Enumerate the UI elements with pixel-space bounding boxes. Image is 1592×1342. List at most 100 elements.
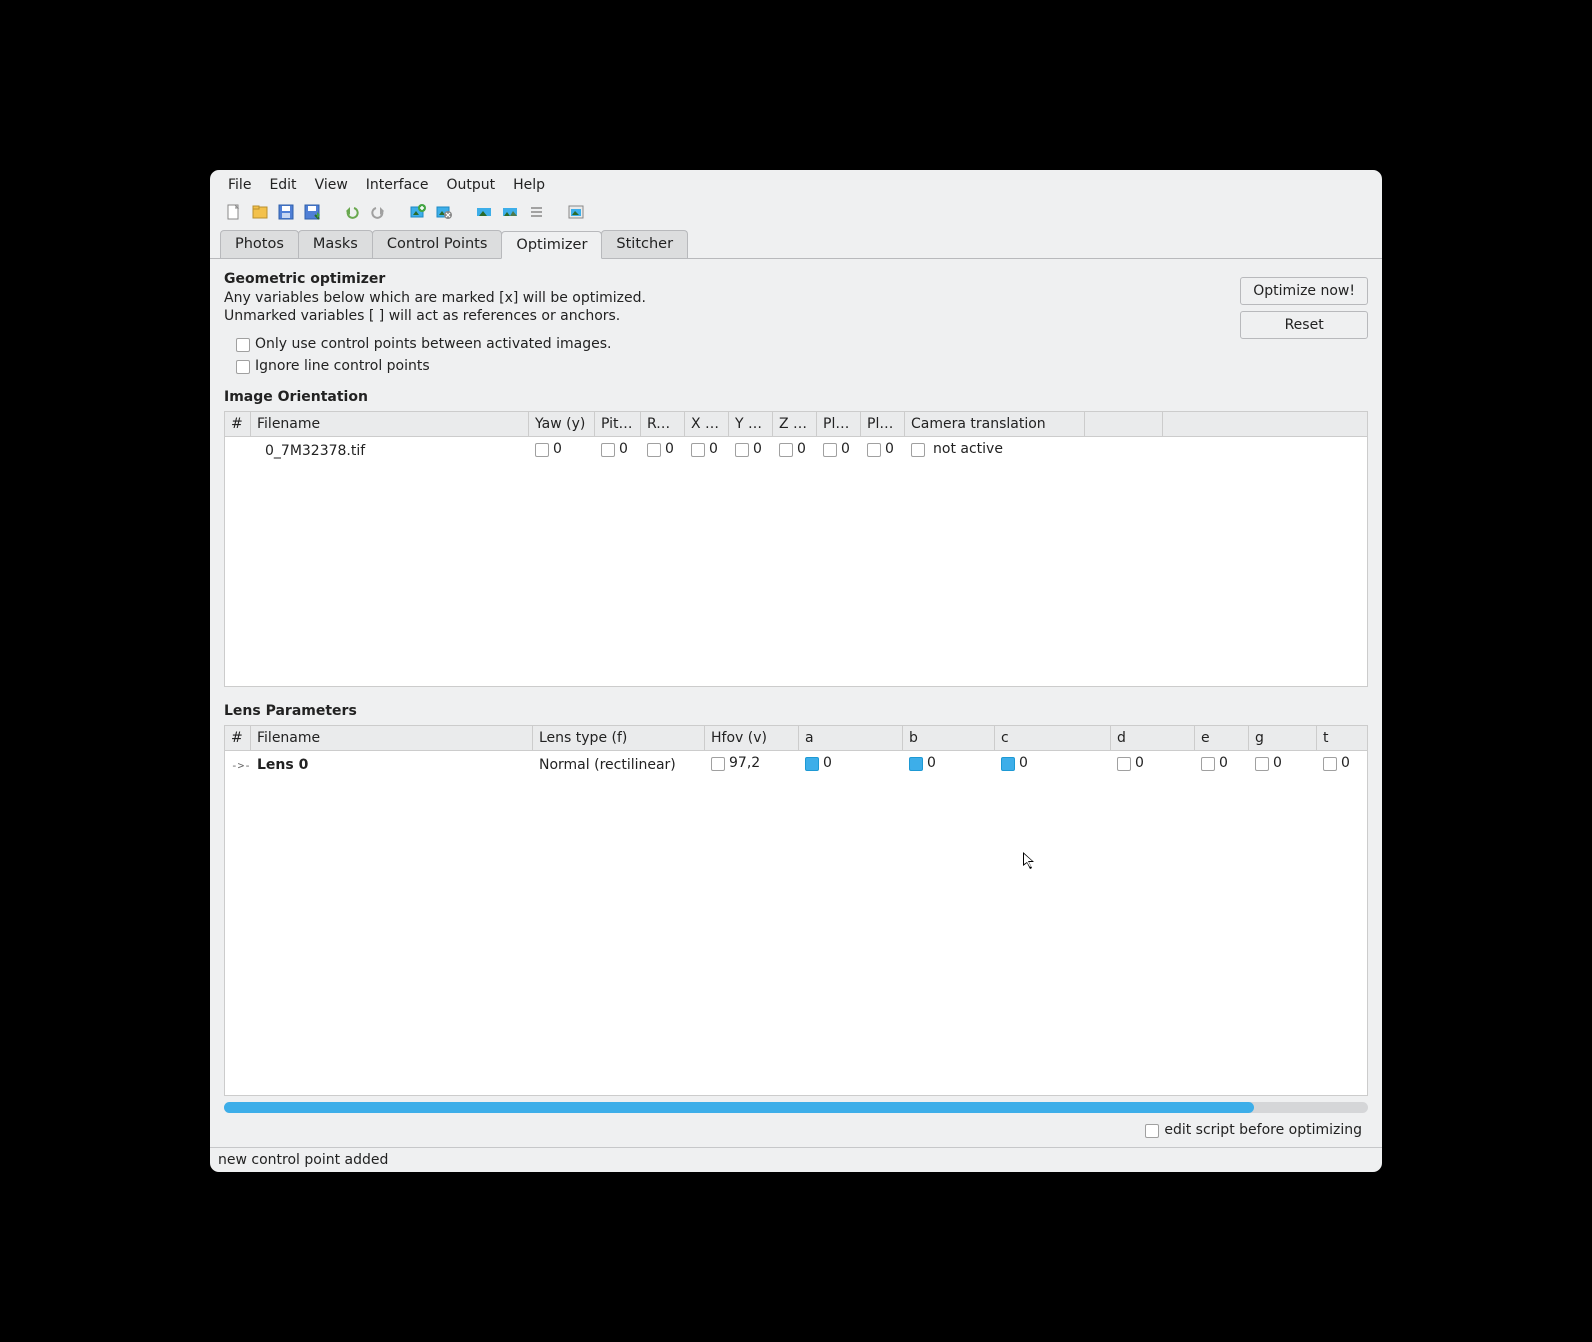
ignore-line-label: Ignore line control points xyxy=(255,358,430,374)
only-activated-label: Only use control points between activate… xyxy=(255,336,611,352)
orientation-table: # Filename Yaw (y) Pitc... Roll... X (T.… xyxy=(224,411,1368,437)
tab-optimizer[interactable]: Optimizer xyxy=(501,231,602,259)
scrollbar-thumb[interactable] xyxy=(224,1102,1254,1113)
menu-edit[interactable]: Edit xyxy=(261,174,304,196)
orient-col-roll[interactable]: Roll... xyxy=(641,412,685,437)
orient-filename: 0_7M32378.tif xyxy=(251,437,529,464)
orient-z-checkbox[interactable] xyxy=(779,443,793,457)
orientation-heading: Image Orientation xyxy=(224,383,1368,407)
orient-col-filename[interactable]: Filename xyxy=(251,412,529,437)
lens-col-hfov[interactable]: Hfov (v) xyxy=(705,726,799,751)
geometric-desc1: Any variables below which are marked [x]… xyxy=(224,289,1240,307)
pano-preview2-icon[interactable] xyxy=(500,202,520,222)
orient-cam-checkbox[interactable] xyxy=(911,443,925,457)
lens-col-c[interactable]: c xyxy=(995,726,1111,751)
orient-cam-value: not active xyxy=(933,441,1003,457)
edit-script-checkbox[interactable] xyxy=(1145,1124,1159,1138)
geometric-title: Geometric optimizer xyxy=(224,265,1240,289)
orient-col-z[interactable]: Z (T... xyxy=(773,412,817,437)
geometric-desc2: Unmarked variables [ ] will act as refer… xyxy=(224,307,1240,325)
orient-y-value: 0 xyxy=(753,441,762,457)
tab-control-points[interactable]: Control Points xyxy=(372,230,503,258)
lens-col-type[interactable]: Lens type (f) xyxy=(533,726,705,751)
orient-pitch-value: 0 xyxy=(619,441,628,457)
orient-col-y[interactable]: Y (T... xyxy=(729,412,773,437)
tab-masks[interactable]: Masks xyxy=(298,230,373,258)
save-as-icon[interactable] xyxy=(302,202,322,222)
new-doc-icon[interactable] xyxy=(224,202,244,222)
lens-a-checkbox[interactable] xyxy=(805,757,819,771)
orientation-row[interactable]: 0_7M32378.tif 0 0 0 0 0 0 0 0 not active xyxy=(225,437,1367,464)
optimize-now-button[interactable]: Optimize now! xyxy=(1240,277,1368,305)
menu-file[interactable]: File xyxy=(220,174,259,196)
orient-col-pla1[interactable]: Pla... xyxy=(817,412,861,437)
menu-help[interactable]: Help xyxy=(505,174,553,196)
orient-col-x[interactable]: X (T... xyxy=(685,412,729,437)
orient-roll-checkbox[interactable] xyxy=(647,443,661,457)
orient-pla2-value: 0 xyxy=(885,441,894,457)
menu-output[interactable]: Output xyxy=(438,174,503,196)
orient-col-num[interactable]: # xyxy=(225,412,251,437)
lens-e-value: 0 xyxy=(1219,755,1228,771)
lens-d-value: 0 xyxy=(1135,755,1144,771)
orient-col-cam[interactable]: Camera translation xyxy=(905,412,1085,437)
lens-table: # Filename Lens type (f) Hfov (v) a b c … xyxy=(224,725,1368,751)
image-info-icon[interactable] xyxy=(434,202,454,222)
undo-icon[interactable] xyxy=(342,202,362,222)
menu-interface[interactable]: Interface xyxy=(358,174,437,196)
orient-y-checkbox[interactable] xyxy=(735,443,749,457)
orient-pla2-checkbox[interactable] xyxy=(867,443,881,457)
only-activated-checkbox[interactable] xyxy=(236,338,250,352)
lens-t-value: 0 xyxy=(1341,755,1350,771)
pano-preview1-icon[interactable] xyxy=(474,202,494,222)
lens-g-checkbox[interactable] xyxy=(1255,757,1269,771)
ignore-line-checkbox[interactable] xyxy=(236,360,250,374)
reset-button[interactable]: Reset xyxy=(1240,311,1368,339)
horizontal-scrollbar[interactable] xyxy=(224,1102,1368,1113)
lens-t-checkbox[interactable] xyxy=(1323,757,1337,771)
lens-a-value: 0 xyxy=(823,755,832,771)
lens-col-num[interactable]: # xyxy=(225,726,251,751)
redo-icon[interactable] xyxy=(368,202,388,222)
open-doc-icon[interactable] xyxy=(250,202,270,222)
lens-g-value: 0 xyxy=(1273,755,1282,771)
list-icon[interactable] xyxy=(526,202,546,222)
orient-col-pla2[interactable]: Pla... xyxy=(861,412,905,437)
orient-col-extra1[interactable] xyxy=(1085,412,1163,437)
lens-col-g[interactable]: g xyxy=(1249,726,1317,751)
save-icon[interactable] xyxy=(276,202,296,222)
orient-yaw-value: 0 xyxy=(553,441,562,457)
status-bar: new control point added xyxy=(210,1147,1382,1172)
orient-x-checkbox[interactable] xyxy=(691,443,705,457)
orient-z-value: 0 xyxy=(797,441,806,457)
tab-stitcher[interactable]: Stitcher xyxy=(601,230,688,258)
lens-heading: Lens Parameters xyxy=(224,697,1368,721)
lens-col-filename[interactable]: Filename xyxy=(251,726,533,751)
lens-row[interactable]: ->- Lens 0 Normal (rectilinear) 97,2 0 0… xyxy=(225,751,1367,778)
lens-hfov-value: 97,2 xyxy=(729,755,760,771)
tab-photos[interactable]: Photos xyxy=(220,230,299,258)
lens-b-checkbox[interactable] xyxy=(909,757,923,771)
preview-window-icon[interactable] xyxy=(566,202,586,222)
lens-e-checkbox[interactable] xyxy=(1201,757,1215,771)
lens-col-t[interactable]: t xyxy=(1317,726,1368,751)
lens-b-value: 0 xyxy=(927,755,936,771)
expand-icon[interactable]: ->- xyxy=(231,759,245,772)
orient-pla1-checkbox[interactable] xyxy=(823,443,837,457)
lens-col-e[interactable]: e xyxy=(1195,726,1249,751)
lens-col-b[interactable]: b xyxy=(903,726,995,751)
orient-pla1-value: 0 xyxy=(841,441,850,457)
orient-yaw-checkbox[interactable] xyxy=(535,443,549,457)
add-image-icon[interactable] xyxy=(408,202,428,222)
lens-c-checkbox[interactable] xyxy=(1001,757,1015,771)
tabbar: Photos Masks Control Points Optimizer St… xyxy=(210,230,1382,259)
menu-view[interactable]: View xyxy=(307,174,356,196)
orient-pitch-checkbox[interactable] xyxy=(601,443,615,457)
lens-col-d[interactable]: d xyxy=(1111,726,1195,751)
orient-col-pitch[interactable]: Pitc... xyxy=(595,412,641,437)
orient-col-yaw[interactable]: Yaw (y) xyxy=(529,412,595,437)
lens-hfov-checkbox[interactable] xyxy=(711,757,725,771)
orient-col-extra2[interactable] xyxy=(1163,412,1368,437)
lens-col-a[interactable]: a xyxy=(799,726,903,751)
lens-d-checkbox[interactable] xyxy=(1117,757,1131,771)
